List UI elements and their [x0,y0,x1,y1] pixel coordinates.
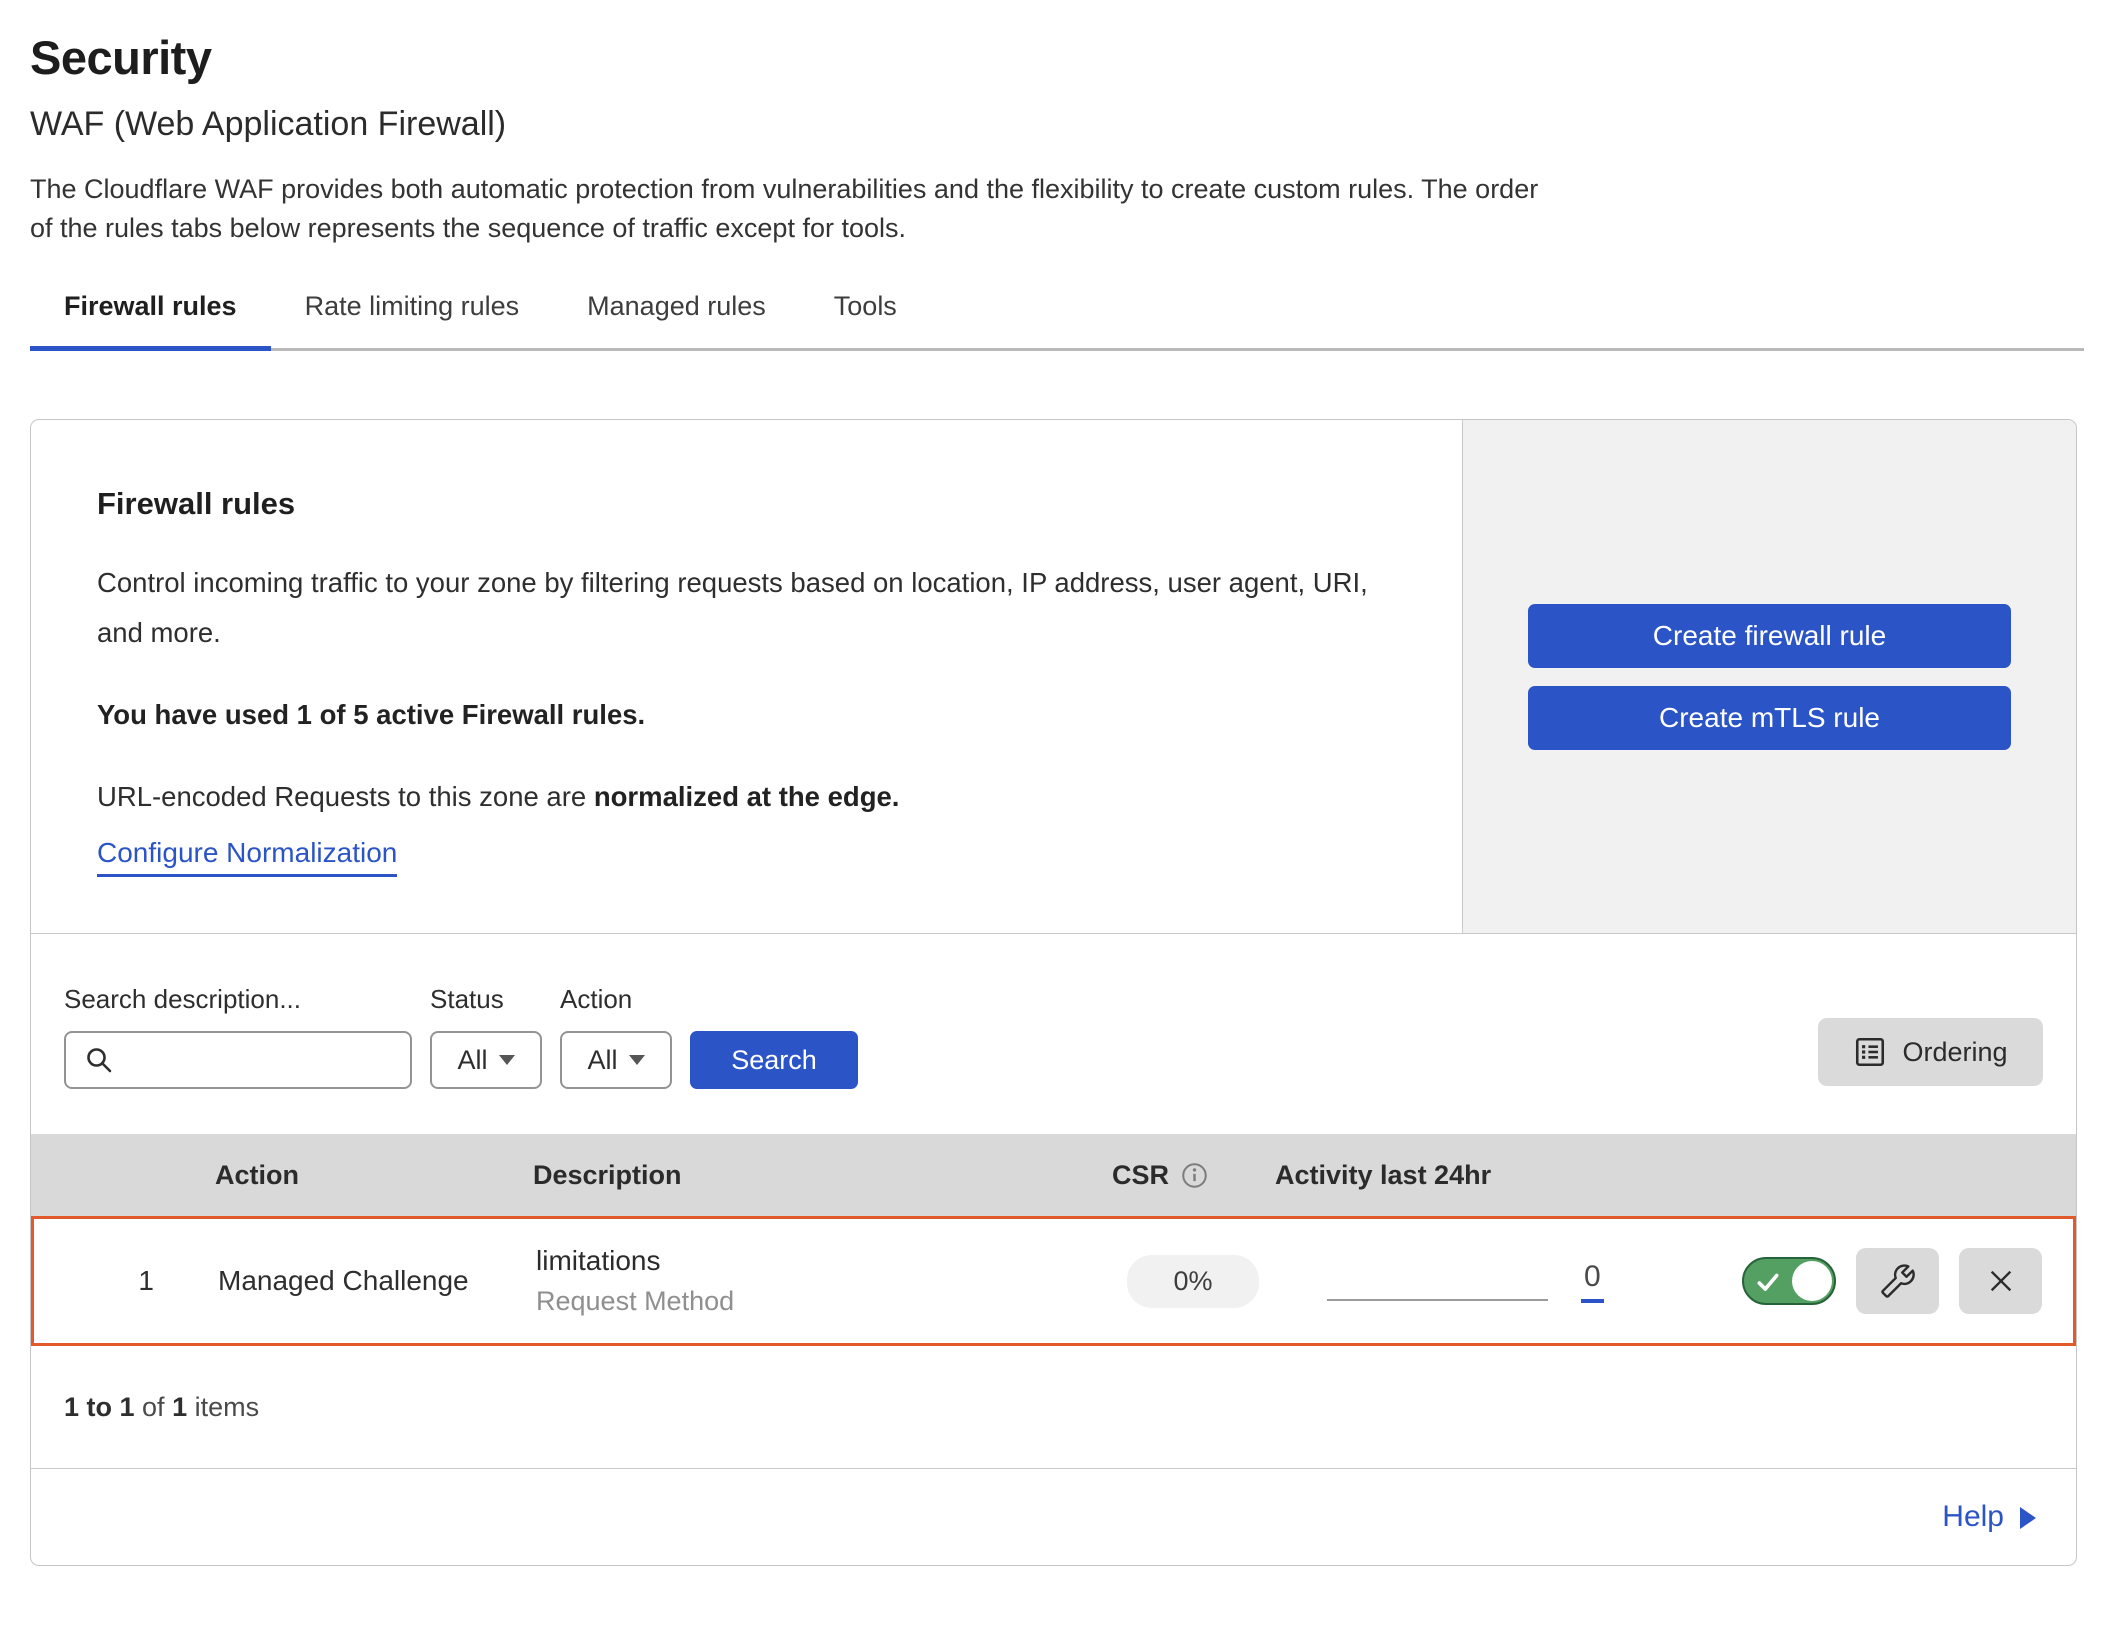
pagination-items: items [187,1392,259,1423]
pagination-summary: 1 to 1 of 1 items [31,1346,2076,1468]
status-dropdown[interactable]: All [430,1031,542,1089]
activity-sparkline [1327,1299,1548,1301]
wrench-icon [1881,1264,1915,1298]
create-firewall-rule-button[interactable]: Create firewall rule [1528,604,2011,668]
info-icon[interactable] [1181,1162,1208,1189]
panel-description: Control incoming traffic to your zone by… [97,558,1396,657]
check-icon [1755,1269,1781,1295]
column-header-csr: CSR [1046,1160,1275,1191]
search-input-box[interactable] [64,1031,412,1089]
pagination-of: of [135,1392,173,1423]
firewall-rules-card: Firewall rules Control incoming traffic … [30,419,2077,1566]
normalization-note: URL-encoded Requests to this zone are no… [97,781,1396,813]
rules-table-header: Action Description CSR Activity last 24h… [31,1134,2076,1216]
rule-description-sub: Request Method [536,1286,1049,1317]
firewall-rules-overview: Firewall rules Control incoming traffic … [31,420,2076,934]
rule-enabled-toggle[interactable] [1742,1257,1836,1305]
filter-toolbar: Search description... Status All Action [31,934,2076,1134]
rule-csr-cell: 0% [1049,1255,1278,1308]
search-icon [84,1045,114,1075]
status-field-group: Status All [430,984,542,1089]
rule-activity-cell: 0 [1278,1219,1641,1343]
action-label: Action [560,984,672,1015]
arrow-right-icon [2020,1507,2036,1529]
help-link[interactable]: Help [1942,1500,2036,1534]
close-icon [1985,1265,2017,1297]
help-row: Help [31,1468,2076,1565]
search-field-group: Search description... [64,984,412,1089]
edit-rule-button[interactable] [1856,1248,1939,1314]
rule-action: Managed Challenge [154,1265,504,1297]
pagination-range: 1 to 1 [64,1392,135,1423]
toggle-knob [1792,1261,1832,1301]
usage-summary: You have used 1 of 5 active Firewall rul… [97,699,1396,731]
create-actions-panel: Create firewall rule Create mTLS rule [1462,420,2076,933]
action-dropdown[interactable]: All [560,1031,672,1089]
page-intro: The Cloudflare WAF provides both automat… [30,170,1560,247]
normalization-note-bold: normalized at the edge. [594,781,900,812]
ordering-button-label: Ordering [1902,1037,2007,1068]
help-link-label: Help [1942,1500,2004,1534]
status-label: Status [430,984,542,1015]
chevron-down-icon [499,1055,515,1065]
chevron-down-icon [629,1055,645,1065]
ordering-button[interactable]: Ordering [1818,1018,2043,1086]
waf-tab-bar: Firewall rules Rate limiting rules Manag… [30,291,2084,351]
rule-description-cell: limitations Request Method [504,1245,1049,1317]
action-dropdown-value: All [587,1045,617,1076]
page-subtitle: WAF (Web Application Firewall) [30,105,2084,144]
configure-normalization-link[interactable]: Configure Normalization [97,837,397,877]
csr-badge: 0% [1127,1255,1259,1308]
panel-heading: Firewall rules [97,486,1396,522]
search-input[interactable] [126,1045,410,1076]
rule-controls-cell [1641,1248,2073,1314]
ordering-list-icon [1853,1035,1887,1069]
column-header-action: Action [151,1160,501,1191]
activity-count-link[interactable]: 0 [1581,1262,1604,1303]
table-row: 1 Managed Challenge limitations Request … [31,1216,2076,1346]
tab-firewall-rules[interactable]: Firewall rules [30,291,271,348]
column-header-activity: Activity last 24hr [1275,1160,1638,1191]
pagination-total: 1 [172,1392,187,1423]
action-field-group: Action All [560,984,672,1089]
column-header-description: Description [501,1160,1046,1191]
delete-rule-button[interactable] [1959,1248,2042,1314]
overview-text-panel: Firewall rules Control incoming traffic … [31,420,1462,933]
create-mtls-rule-button[interactable]: Create mTLS rule [1528,686,2011,750]
tab-rate-limiting-rules[interactable]: Rate limiting rules [305,291,520,348]
search-button[interactable]: Search [690,1031,858,1089]
csr-header-label: CSR [1112,1160,1169,1191]
status-dropdown-value: All [457,1045,487,1076]
rule-description: limitations [536,1245,1049,1277]
normalization-note-prefix: URL-encoded Requests to this zone are [97,781,594,812]
tab-tools[interactable]: Tools [834,291,897,348]
tab-managed-rules[interactable]: Managed rules [587,291,766,348]
page-title: Security [30,30,2084,85]
security-waf-page: Security WAF (Web Application Firewall) … [0,0,2114,1566]
search-description-label: Search description... [64,984,412,1015]
rule-index: 1 [34,1265,154,1297]
